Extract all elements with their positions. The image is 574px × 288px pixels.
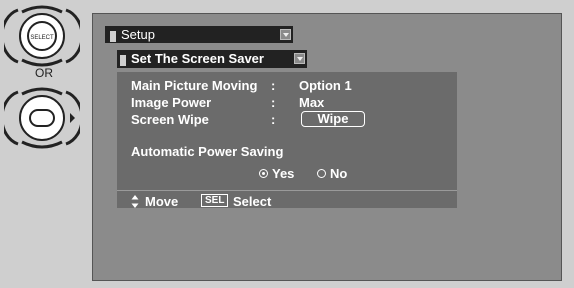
setting-colon: : [271,78,276,93]
setting-label: Main Picture Moving [131,78,258,93]
setting-colon: : [271,112,276,127]
tv-screen: Setup Set The Screen Saver Main Picture … [92,13,562,281]
selection-marker-icon [110,31,116,42]
radio-no-label: No [330,166,348,181]
or-label: OR [35,66,53,80]
radio-no[interactable]: No [317,166,347,181]
divider [117,190,457,191]
remote-select-pad-icon: SELECT [4,5,80,67]
power-saving-label: Automatic Power Saving [131,144,284,159]
remote-panel: SELECT OR [0,0,88,288]
move-hint: Move [145,194,179,209]
dropdown-arrow-icon[interactable] [280,29,291,40]
up-down-arrow-icon [131,195,139,208]
radio-yes-label: Yes [272,166,295,181]
dropdown-arrow-icon[interactable] [294,53,305,64]
select-hint: Select [233,194,272,209]
setting-value[interactable]: Option 1 [299,78,352,93]
setting-label: Screen Wipe [131,112,209,127]
setting-value[interactable]: Max [299,95,324,110]
setup-menu-bar[interactable]: Setup [105,26,293,43]
screen-saver-submenu-bar[interactable]: Set The Screen Saver [117,50,307,68]
remote-dpad-icon [4,87,80,149]
settings-panel: Main Picture Moving : Option 1 Image Pow… [117,72,457,209]
radio-unselected-icon [317,169,326,178]
wipe-button[interactable]: Wipe [301,111,365,127]
selection-marker-icon [120,55,126,66]
sel-key-icon: SEL [201,194,229,207]
radio-yes[interactable]: Yes [259,166,294,181]
menu-title: Setup [121,27,155,42]
select-button-label: SELECT [30,35,54,41]
submenu-title: Set The Screen Saver [131,51,264,66]
setting-label: Image Power [131,95,212,110]
radio-selected-icon [259,169,268,178]
setting-colon: : [271,95,276,110]
